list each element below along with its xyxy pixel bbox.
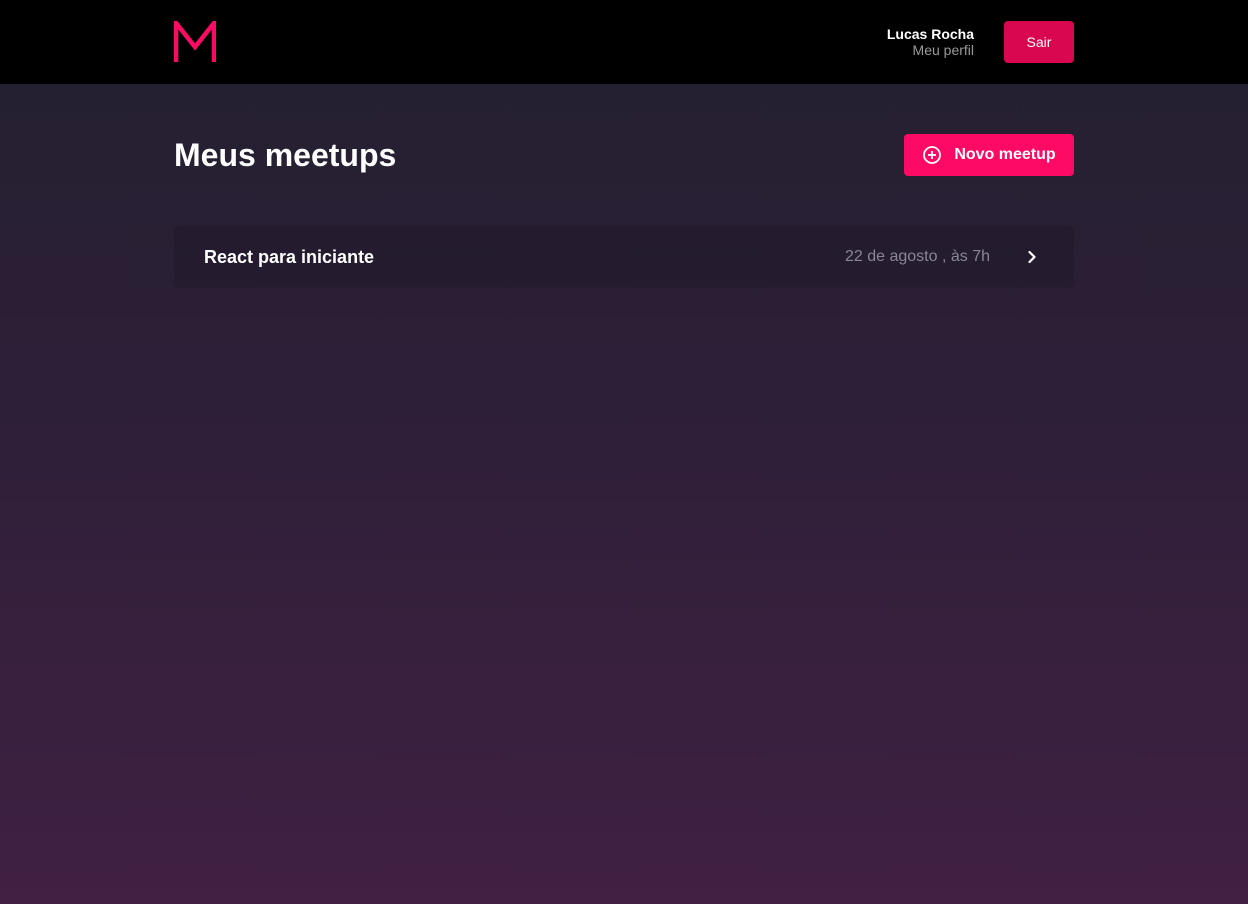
meetup-title: React para iniciante xyxy=(204,246,375,267)
my-profile-link[interactable]: Meu perfil xyxy=(887,42,974,58)
new-meetup-label: Novo meetup xyxy=(954,146,1056,163)
main-content: Meus meetups Novo meetup React para inic… xyxy=(174,84,1074,288)
chevron-right-icon[interactable] xyxy=(1020,245,1044,269)
page-title: Meus meetups xyxy=(174,136,397,173)
add-circle-icon xyxy=(922,145,942,165)
profile-name: Lucas Rocha xyxy=(886,26,974,42)
meetup-meta: 22 de agosto , às 7h xyxy=(845,245,1044,269)
profile-info: Lucas Rocha Meu perfil xyxy=(887,26,974,58)
meetup-list: React para iniciante 22 de agosto , às 7… xyxy=(174,226,1074,288)
page-header: Meus meetups Novo meetup xyxy=(174,134,1074,176)
top-bar-inner: Lucas Rocha Meu perfil Sair xyxy=(174,0,1074,84)
meetup-m-logo-icon[interactable] xyxy=(174,21,216,63)
header-right: Lucas Rocha Meu perfil Sair xyxy=(887,21,1074,63)
meetup-date: 22 de agosto , às 7h xyxy=(845,248,990,265)
top-bar: Lucas Rocha Meu perfil Sair xyxy=(0,0,1248,84)
meetup-item[interactable]: React para iniciante 22 de agosto , às 7… xyxy=(174,226,1074,288)
new-meetup-button[interactable]: Novo meetup xyxy=(904,134,1074,176)
logout-button[interactable]: Sair xyxy=(1004,21,1074,63)
